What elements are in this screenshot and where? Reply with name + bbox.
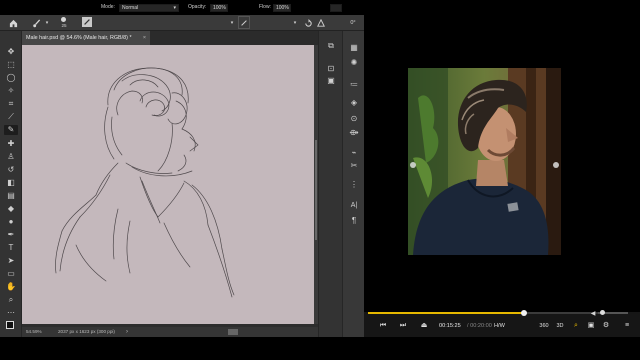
pen-tool-icon[interactable]: ✒ (4, 230, 18, 240)
crop-tool-icon[interactable]: ⌗ (4, 99, 18, 109)
seek-bar-handle[interactable] (521, 310, 527, 316)
actions-icon[interactable]: ⋮ (348, 180, 360, 190)
chevron-down-icon[interactable]: ▾ (292, 16, 298, 30)
gradient-tool-icon[interactable]: ▤ (4, 191, 18, 201)
lasso-tool-icon[interactable]: ◯ (4, 73, 18, 83)
360-icon[interactable]: 360 (538, 320, 550, 332)
history-brush-icon[interactable]: ↺ (4, 165, 18, 175)
seek-bar-progress (368, 312, 524, 314)
layers-icon[interactable]: ◈ (348, 98, 360, 108)
chevron-down-icon: ▾ (173, 5, 176, 11)
character-icon[interactable]: A| (348, 201, 360, 211)
angle-value: 0° (350, 20, 356, 26)
brush-tool-icon[interactable] (30, 15, 42, 31)
brush-preset-picker[interactable]: 25 (56, 15, 72, 31)
healing-brush-icon[interactable]: ✚ (4, 139, 18, 149)
transform-icon[interactable]: ⟴ (348, 128, 360, 138)
volume-slider-handle[interactable] (600, 310, 605, 315)
brush-tip-icon (61, 17, 66, 22)
brush-size-value: 25 (61, 23, 67, 28)
status-bar: 54.59% 2037 px x 1623 px (300 ppi) › (22, 327, 318, 337)
opacity-field[interactable]: 100% (210, 4, 228, 12)
menu-icon[interactable]: ≡ (622, 320, 632, 332)
angle-field[interactable] (330, 4, 342, 12)
volume-icon[interactable]: ◀ (589, 309, 597, 317)
magic-wand-icon[interactable]: ✧ (4, 86, 18, 96)
chevron-down-icon[interactable]: ▾ (44, 16, 50, 30)
marquee-tool-icon[interactable]: ⬚ (4, 60, 18, 70)
flow-label: Flow: (259, 4, 271, 10)
vertical-scrollbar-thumb[interactable] (315, 140, 317, 240)
aspect-ratio-button[interactable]: H/W (494, 320, 505, 332)
tools-presets-icon[interactable]: ✂ (348, 161, 360, 171)
hand-tool-icon[interactable]: ✋ (4, 282, 18, 292)
mode-select[interactable]: Normal ▾ (119, 4, 179, 12)
eject-icon[interactable]: ⏏ (419, 320, 429, 332)
3d-icon[interactable]: 3D (555, 320, 565, 332)
swatches-icon[interactable]: ▦ (348, 43, 360, 53)
reference-photo (408, 68, 561, 255)
airbrush-icon[interactable] (302, 15, 314, 31)
channels-icon[interactable]: ≔ (348, 80, 360, 90)
flow-field[interactable]: 100% (273, 4, 291, 12)
mode-label: Mode: (101, 4, 115, 10)
tools-panel: ✥ ⬚ ◯ ✧ ⌗ ⟋ ✎ ✚ ♙ ↺ ◧ ▤ ◆ ● ✒ T ➤ ▭ ✋ ⌕ … (0, 31, 22, 337)
smoothing-icon[interactable] (316, 15, 326, 31)
type-tool-icon[interactable]: T (4, 243, 18, 253)
document-info: 2037 px x 1623 px (300 ppi) (58, 329, 115, 334)
document-tab[interactable]: Male hair.psd @ 54.6% (Male hair, RGB/8)… (22, 31, 150, 45)
zoom-tool-icon[interactable]: ⌕ (4, 295, 18, 305)
search-icon[interactable]: ⌕ (571, 320, 581, 332)
subtitle-icon[interactable]: ▣ (586, 320, 596, 332)
screen: ▾ 25 Mode: Normal ▾ Opacity: 100% ▾ Flow… (0, 0, 640, 360)
next-image-arrow-icon[interactable] (553, 162, 559, 168)
current-time: 00:15:25 (439, 323, 461, 329)
document-tab-title: Male hair.psd @ 54.6% (Male hair, RGB/8)… (26, 35, 132, 41)
color-icon[interactable]: ✺ (348, 58, 360, 68)
drawing-canvas[interactable] (22, 45, 314, 324)
path-selection-icon[interactable]: ➤ (4, 256, 18, 266)
close-icon[interactable]: × (143, 31, 146, 45)
brushes-icon[interactable]: ⌁ (348, 148, 360, 158)
sketch-drawing (55, 67, 235, 298)
paths-icon[interactable]: ⊙ (348, 114, 360, 124)
panel-dock-collapsed: ⧉ ⊡ ▣ (318, 31, 342, 337)
previous-image-arrow-icon[interactable] (410, 162, 416, 168)
pressure-opacity-icon[interactable] (238, 16, 250, 29)
horizontal-scrollbar-thumb[interactable] (228, 329, 238, 335)
eyedropper-icon[interactable]: ⟋ (4, 112, 18, 122)
mode-value: Normal (122, 5, 139, 11)
clone-stamp-icon[interactable]: ♙ (4, 152, 18, 162)
panel-dock: ▦ ✺ ≔ ◈ ⊙ ⟴ ⌁ ✂ ⋮ A| ¶ (342, 31, 364, 337)
brush-settings-icon[interactable] (82, 17, 92, 27)
home-icon[interactable] (6, 15, 20, 31)
history-panel-icon[interactable]: ⧉ (325, 41, 337, 51)
next-icon[interactable]: ⏭ (398, 320, 408, 332)
opacity-label: Opacity: (188, 4, 207, 10)
rectangle-tool-icon[interactable]: ▭ (4, 269, 18, 279)
move-tool-icon[interactable]: ✥ (4, 47, 18, 57)
adjustments-panel-icon[interactable]: ▣ (325, 76, 337, 86)
paragraph-icon[interactable]: ¶ (348, 216, 360, 226)
blur-tool-icon[interactable]: ◆ (4, 204, 18, 214)
eraser-tool-icon[interactable]: ◧ (4, 178, 18, 188)
chevron-right-icon[interactable]: › (126, 327, 128, 337)
total-time: / 00:20:00 (467, 323, 492, 329)
more-tools-icon[interactable]: ⋯ (4, 308, 18, 318)
chevron-down-icon[interactable]: ▾ (229, 16, 235, 30)
foreground-color-swatch[interactable] (6, 321, 14, 329)
prev-icon[interactable]: ⏮ (378, 320, 388, 332)
settings-icon[interactable]: ⚙ (601, 320, 611, 332)
brush-tool-icon[interactable]: ✎ (4, 125, 18, 135)
zoom-level[interactable]: 54.59% (26, 327, 42, 337)
dodge-tool-icon[interactable]: ● (4, 217, 18, 227)
properties-panel-icon[interactable]: ⊡ (325, 64, 337, 74)
